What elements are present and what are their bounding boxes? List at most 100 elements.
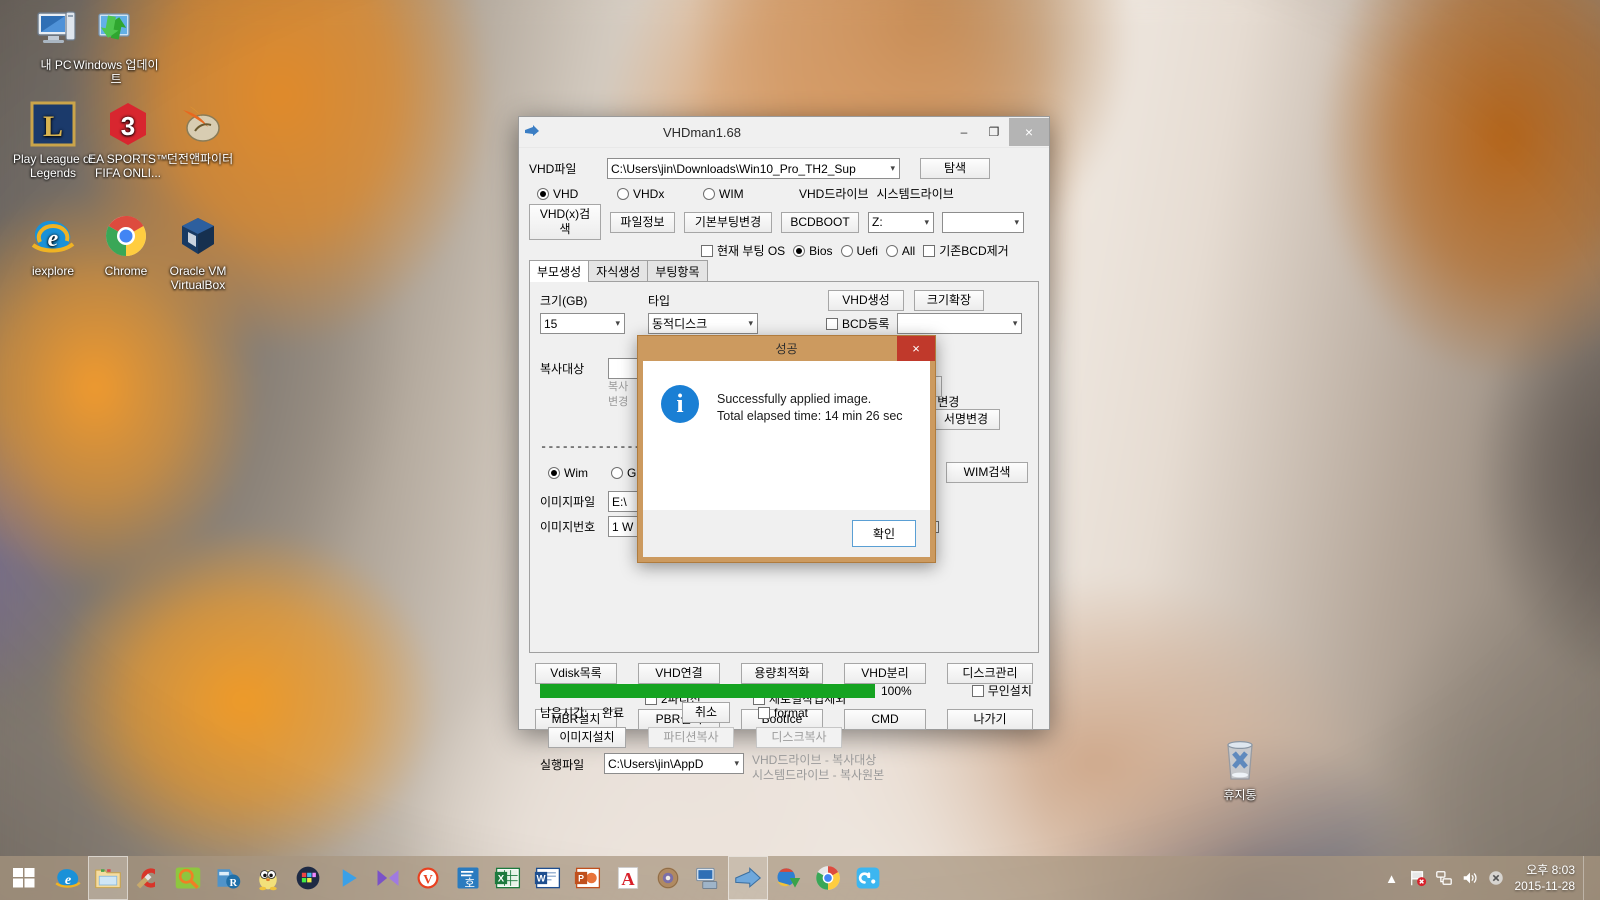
close-button[interactable]: × [1009, 118, 1049, 146]
vhd-detach-button[interactable]: VHD분리 [844, 663, 926, 684]
vhd-file-browse-button[interactable]: 탐색 [920, 158, 990, 179]
taskbar-powerpoint-icon[interactable]: P [568, 856, 608, 900]
vhd-attach-button[interactable]: VHD연결 [638, 663, 720, 684]
taskbar-dvd-burner-icon[interactable] [648, 856, 688, 900]
cancel-button[interactable]: 취소 [682, 702, 730, 723]
taskbar-file-explorer-icon[interactable] [88, 856, 128, 900]
virtualbox-icon [150, 212, 246, 260]
clock-time: 오후 8:03 [1526, 863, 1575, 877]
desktop-icon-windows-update[interactable]: Windows 업데이트 [68, 6, 164, 86]
taskbar-potplayer-icon[interactable] [368, 856, 408, 900]
exec-file-combo[interactable]: C:\Users\jin\AppD ▾ [604, 753, 744, 774]
dialog-footer: 확인 [643, 510, 930, 557]
show-hidden-icons-arrow[interactable]: ▲ [1379, 856, 1405, 900]
svg-text:L: L [43, 110, 63, 143]
taskbar-qq-messenger-icon[interactable] [248, 856, 288, 900]
tab-child-create[interactable]: 자식생성 [588, 260, 649, 282]
security-flag-icon[interactable] [1405, 856, 1431, 900]
action-center-icon[interactable] [1483, 856, 1509, 900]
taskbar-excel-icon[interactable]: X [488, 856, 528, 900]
success-dialog[interactable]: 성공 × i Successfully applied image. Total… [637, 335, 936, 563]
vhd-file-combo[interactable]: C:\Users\jin\Downloads\Win10_Pro_TH2_Sup… [607, 158, 900, 179]
size-combo[interactable]: 15 ▾ [540, 313, 625, 334]
minimize-button[interactable]: – [949, 118, 979, 146]
volume-icon[interactable] [1457, 856, 1483, 900]
system-drive-label: 시스템드라이브 [876, 187, 954, 201]
svg-text:R: R [229, 878, 237, 889]
vhd-search-button[interactable]: VHD(x)검색 [529, 204, 601, 240]
bcdboot-button[interactable]: BCDBOOT [781, 211, 859, 233]
radio-wim[interactable]: WIM [703, 187, 773, 201]
radio-uefi[interactable]: Uefi [840, 244, 878, 258]
dialog-body: i Successfully applied image. Total elap… [643, 361, 930, 557]
radio-mark [611, 466, 624, 479]
file-info-button[interactable]: 파일정보 [610, 211, 675, 233]
check-remove-bcd[interactable]: 기존BCD제거 [923, 242, 1009, 259]
taskbar-media-player-icon[interactable] [328, 856, 368, 900]
taskbar-vhdman-icon[interactable] [728, 856, 768, 900]
taskbar-clock[interactable]: 오후 8:03 2015-11-28 [1509, 862, 1584, 894]
default-boot-change-button[interactable]: 기본부팅변경 [684, 211, 772, 233]
chevron-down-icon: ▾ [734, 758, 739, 768]
system-tray: ▲ 오후 8:03 2015-11-28 [1379, 856, 1600, 900]
svg-text:e: e [65, 872, 71, 888]
taskbar-revo-uninstaller-icon[interactable]: R [208, 856, 248, 900]
vhd-create-button[interactable]: VHD생성 [828, 290, 904, 311]
taskbar[interactable]: e R V 호 X W P A ▲ 오후 8:03 2015-11-28 [0, 856, 1600, 900]
taskbar-download-manager-icon[interactable] [768, 856, 808, 900]
desktop-icon-recycle-bin[interactable]: 휴지통 [1192, 736, 1288, 802]
format-label: format [774, 705, 809, 720]
maximize-button[interactable]: ❐ [979, 118, 1009, 146]
taskbar-hangul-word-icon[interactable]: 호 [448, 856, 488, 900]
sign-change-button[interactable]: 서명변경 [932, 409, 1000, 430]
desktop-icon-virtualbox[interactable]: Oracle VM VirtualBox [150, 212, 246, 292]
chevron-down-icon: ▾ [1012, 318, 1018, 328]
vhd-drive-value: Z: [872, 215, 883, 229]
taskbar-ccleaner-icon[interactable] [128, 856, 168, 900]
dialog-titlebar[interactable]: 성공 × [638, 336, 935, 361]
size-expand-button[interactable]: 크기확장 [914, 290, 984, 311]
dialog-ok-button[interactable]: 확인 [851, 520, 916, 547]
disk-management-button[interactable]: 디스크관리 [947, 663, 1033, 684]
radio-vhd-label: VHD [553, 186, 579, 201]
system-drive-combo[interactable]: ▾ [942, 211, 1024, 233]
radio-all[interactable]: All [885, 244, 915, 258]
compact-button[interactable]: 용량최적화 [741, 663, 823, 684]
taskbar-remote-desktop-icon[interactable] [688, 856, 728, 900]
check-format[interactable]: format [758, 706, 808, 720]
vdisk-list-button[interactable]: Vdisk목록 [535, 663, 617, 684]
partition-copy-button: 파티션복사 [648, 727, 734, 748]
start-button[interactable] [0, 856, 48, 900]
check-unattended-install[interactable]: 무인설치 [971, 682, 1032, 699]
dialog-close-button[interactable]: × [897, 336, 935, 361]
tab-parent-create[interactable]: 부모생성 [529, 260, 590, 282]
progress-fill [540, 683, 875, 698]
taskbar-acrobat-reader-icon[interactable]: A [608, 856, 648, 900]
taskbar-baidu-cloud-icon[interactable] [848, 856, 888, 900]
network-icon[interactable] [1431, 856, 1457, 900]
radio-wim-format[interactable]: Wim [548, 466, 603, 480]
tab-boot-items[interactable]: 부팅항목 [647, 260, 708, 282]
taskbar-internet-explorer-icon[interactable]: e [48, 856, 88, 900]
vhd-drive-combo[interactable]: Z: ▾ [868, 211, 934, 233]
taskbar-word-icon[interactable]: W [528, 856, 568, 900]
taskbar-everything-search-icon[interactable] [168, 856, 208, 900]
wim-search-button[interactable]: WIM검색 [946, 462, 1028, 483]
radio-vhd[interactable]: VHD [537, 187, 609, 201]
chevron-down-icon: ▾ [748, 318, 753, 328]
desktop-icon-dungeon-fighter[interactable]: 던전앤파이터 [152, 100, 248, 166]
taskbar-chrome-icon[interactable] [808, 856, 848, 900]
type-combo[interactable]: 동적디스크 ▾ [648, 313, 758, 334]
check-current-boot-os[interactable]: 현재 부팅 OS [701, 242, 785, 259]
taskbar-vegas-icon[interactable]: V [408, 856, 448, 900]
window-titlebar[interactable]: VHDman1.68 – ❐ × [519, 117, 1049, 148]
install-image-button[interactable]: 이미지설치 [548, 727, 626, 748]
show-desktop-button[interactable] [1583, 856, 1592, 900]
check-bcd-register[interactable]: BCD등록 [826, 315, 889, 332]
bcd-register-combo[interactable]: ▾ [897, 313, 1023, 334]
exec-note: VHD드라이브 - 복사대상 시스템드라이브 - 복사원본 [752, 753, 884, 783]
radio-bios[interactable]: Bios [793, 244, 833, 258]
chevron-down-icon: ▾ [1014, 216, 1019, 227]
taskbar-tetris-game-icon[interactable] [288, 856, 328, 900]
radio-vhdx[interactable]: VHDx [617, 187, 695, 201]
